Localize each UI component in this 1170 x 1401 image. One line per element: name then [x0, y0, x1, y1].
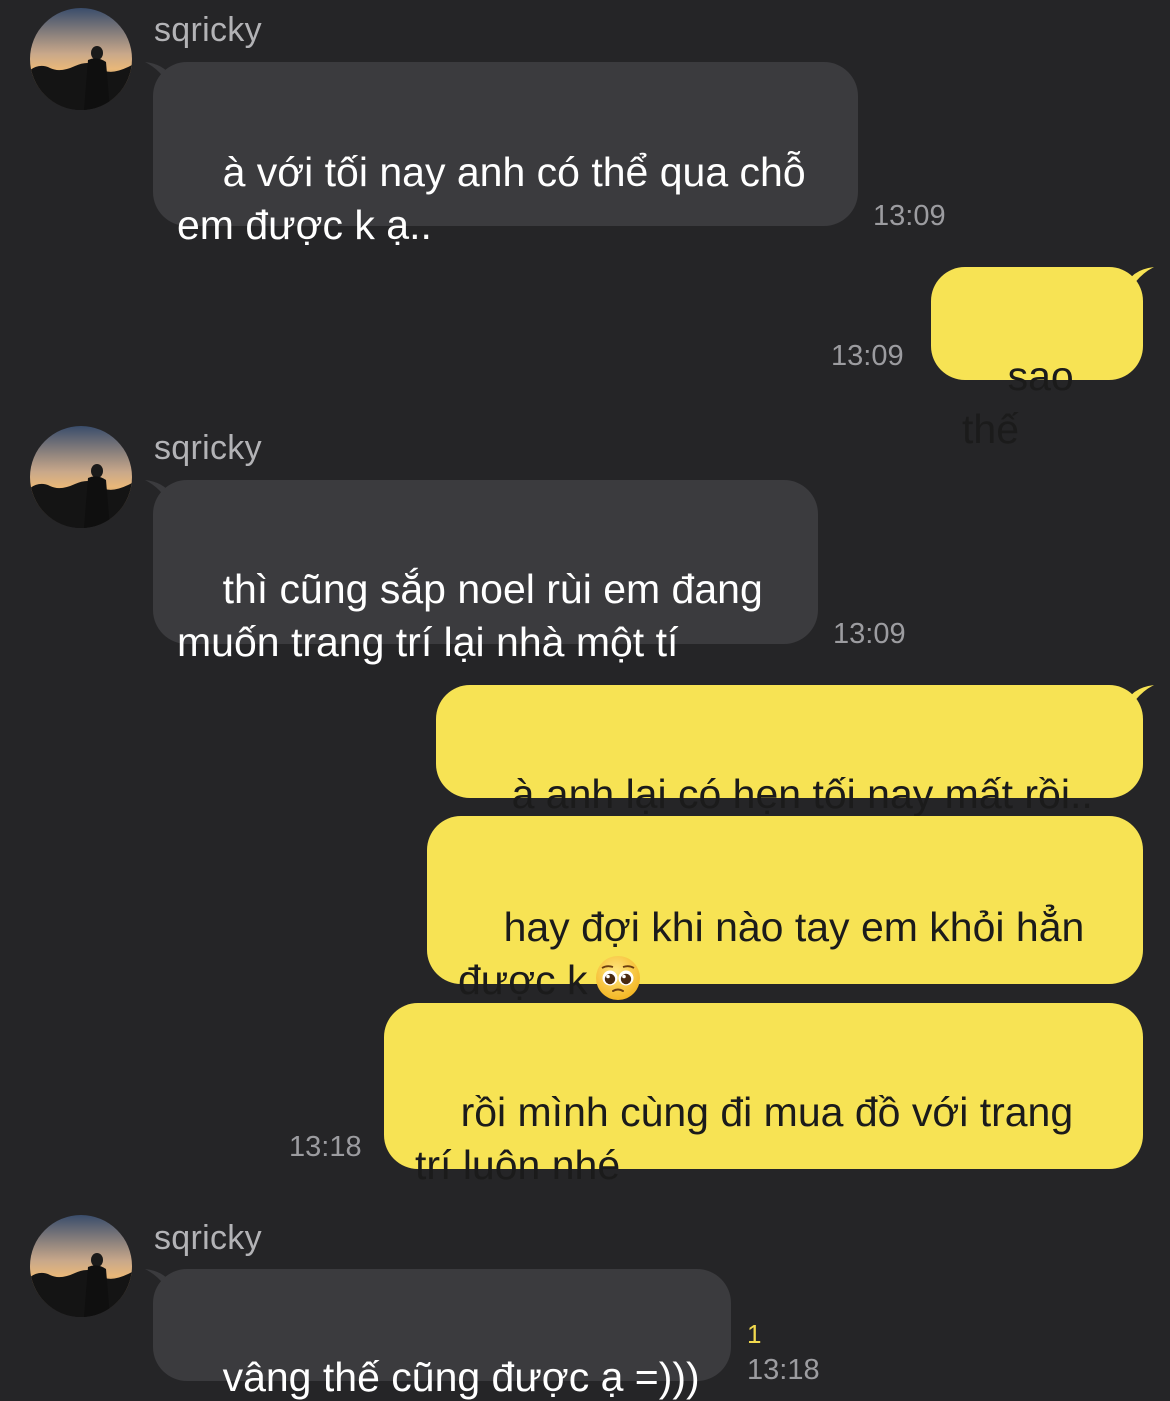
- message-time: 13:18: [747, 1354, 820, 1386]
- message-text: à với tối nay anh có thể qua chỗ em được…: [177, 149, 806, 248]
- sender-name: sqricky: [154, 11, 262, 49]
- avatar[interactable]: [30, 1215, 132, 1317]
- message-text: à anh lại có hẹn tối nay mất rồi..: [511, 771, 1093, 817]
- message-time: 13:18: [289, 1131, 362, 1163]
- message-bubble-incoming[interactable]: à với tối nay anh có thể qua chỗ em được…: [153, 62, 858, 248]
- pleading-face-emoji: [595, 956, 640, 1000]
- message-bubble-outgoing[interactable]: à anh lại có hẹn tối nay mất rồi..: [436, 685, 1143, 817]
- message-bubble-outgoing[interactable]: hay đợi khi nào tay em khỏi hẳn được k: [427, 816, 1143, 1003]
- message-time: 13:09: [833, 618, 906, 650]
- sender-name: sqricky: [154, 1219, 262, 1257]
- message-bubble-incoming[interactable]: thì cũng sắp noel rùi em đang muốn trang…: [153, 480, 818, 665]
- message-bubble-incoming[interactable]: vâng thế cũng được ạ =))): [153, 1269, 731, 1400]
- message-bubble-outgoing[interactable]: rồi mình cùng đi mua đồ với trang trí lu…: [384, 1003, 1143, 1188]
- message-text: rồi mình cùng đi mua đồ với trang trí lu…: [415, 1089, 1074, 1188]
- message-text: hay đợi khi nào tay em khỏi hẳn được k: [458, 904, 1085, 1003]
- profile-photo-icon: [30, 1215, 132, 1317]
- profile-photo-icon: [30, 8, 132, 110]
- unread-count: 1: [747, 1319, 762, 1349]
- bubble-tail: [1128, 267, 1154, 293]
- message-text: sao thế: [962, 353, 1086, 452]
- message-time: 13:09: [831, 340, 904, 372]
- chat-thread: sqricky à với tối nay anh có thể qua chỗ…: [0, 0, 1170, 1401]
- message-bubble-outgoing[interactable]: sao thế: [931, 267, 1143, 452]
- message-text: thì cũng sắp noel rùi em đang muốn trang…: [177, 566, 763, 665]
- message-time: 13:09: [873, 200, 946, 232]
- avatar[interactable]: [30, 426, 132, 528]
- profile-photo-icon: [30, 426, 132, 528]
- bubble-tail: [1128, 685, 1154, 711]
- message-text: vâng thế cũng được ạ =))): [222, 1354, 700, 1400]
- sender-name: sqricky: [154, 429, 262, 467]
- avatar[interactable]: [30, 8, 132, 110]
